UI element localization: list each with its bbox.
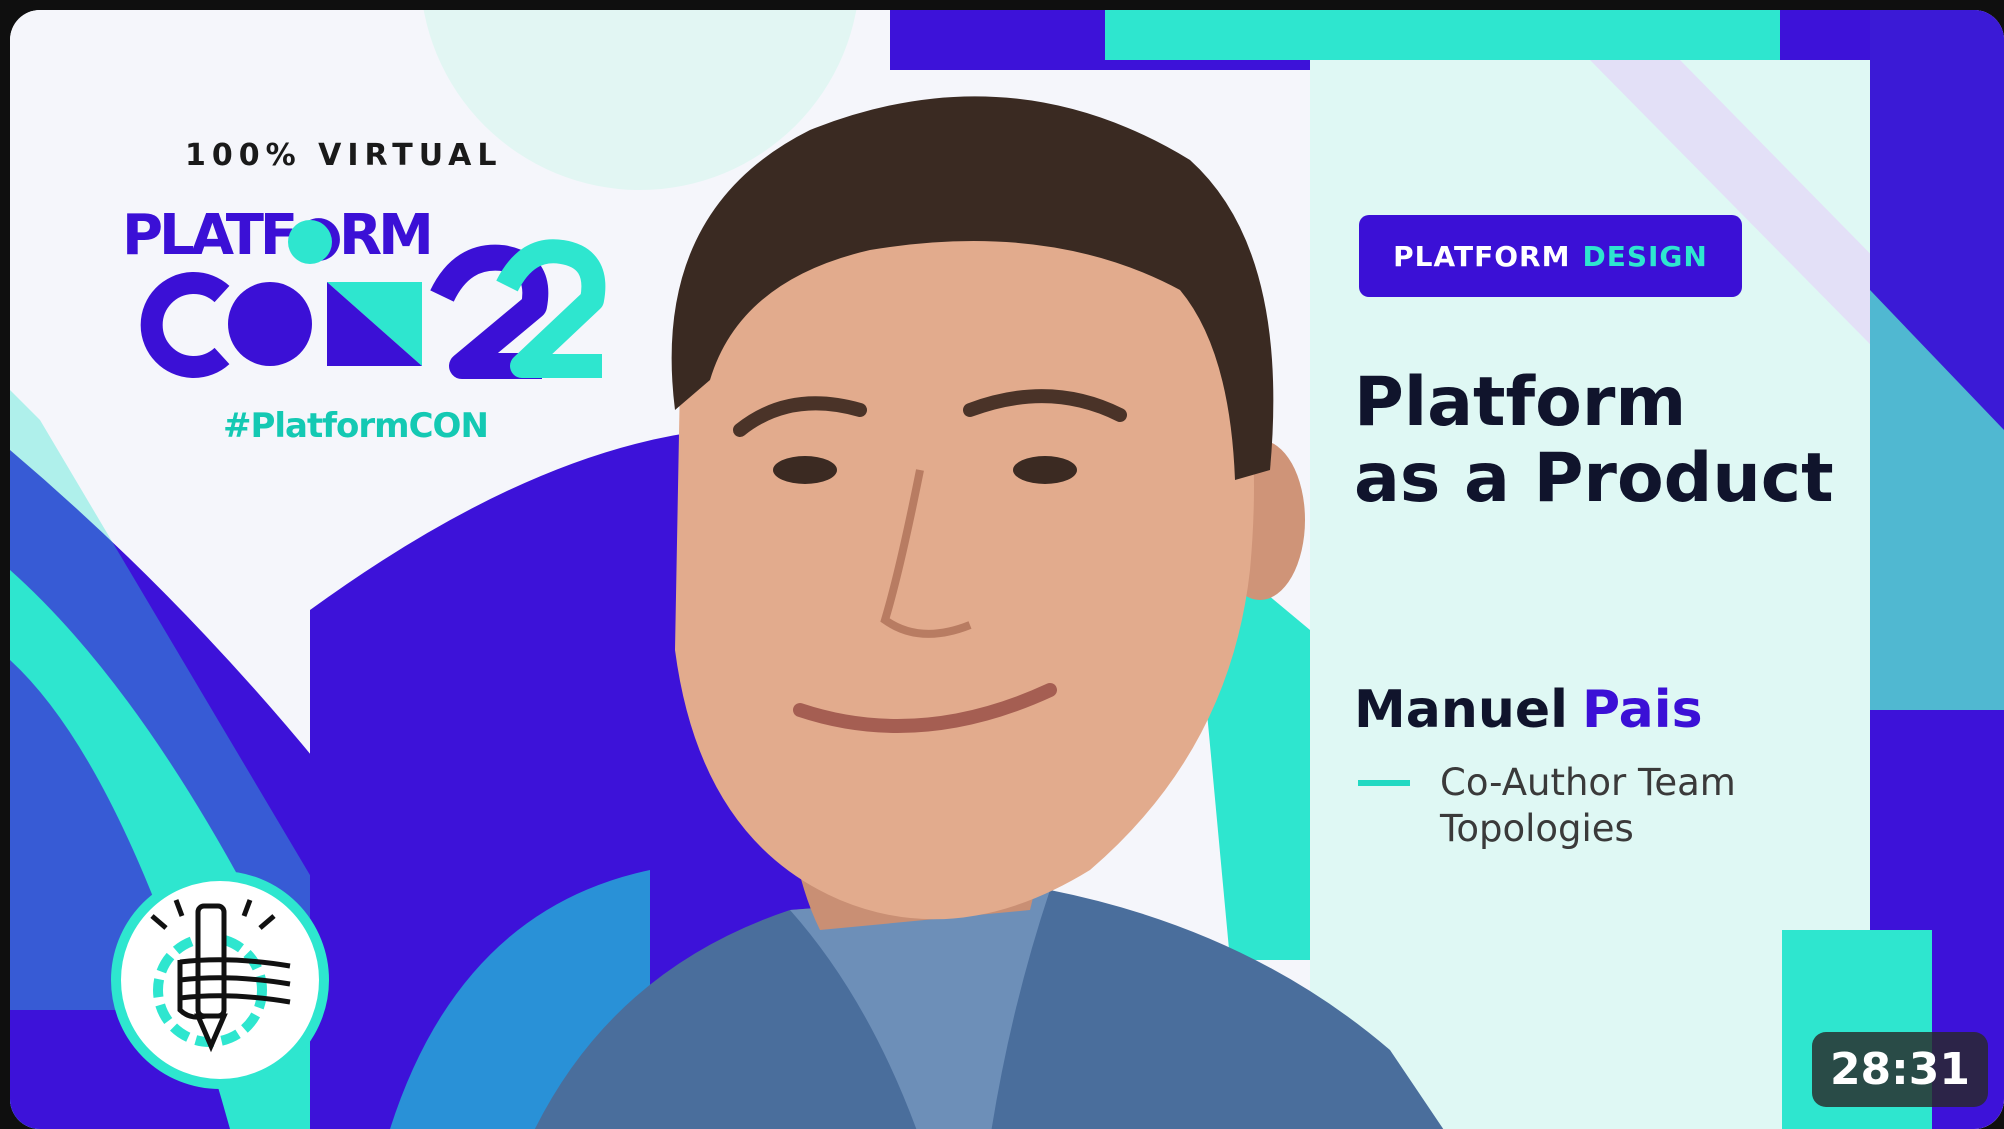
event-hashtag: #PlatformCON [223, 406, 489, 446]
speaker-role-line-2: Topologies [1440, 807, 1634, 850]
speaker-last-name: Pais [1581, 680, 1703, 740]
speaker-role: Co-Author Team Topologies [1440, 760, 1736, 852]
talk-title-line-2: as a Product [1354, 439, 1834, 518]
talk-title: Platform as a Product [1354, 365, 1834, 517]
speaker-role-line-1: Co-Author Team [1440, 761, 1736, 804]
speaker-first-name: Manuel [1354, 680, 1568, 740]
speaker-photo [534, 96, 1444, 1129]
speaker-name: Manuel Pais [1354, 680, 1703, 740]
track-tag-accent: DESIGN [1582, 239, 1708, 273]
video-thumbnail[interactable]: 100% VIRTUAL PLATF●RM #PlatformCON PLATF… [10, 10, 2004, 1129]
track-tag-primary: PLATFORM [1393, 239, 1571, 273]
video-duration-badge: 28:31 [1811, 1032, 1988, 1107]
event-eyebrow: 100% VIRTUAL [185, 138, 503, 173]
hand-holding-pencil-gear-icon [111, 871, 329, 1089]
track-tag: PLATFORM DESIGN [1359, 215, 1742, 297]
talk-title-line-1: Platform [1354, 363, 1687, 442]
role-dash [1358, 780, 1410, 786]
